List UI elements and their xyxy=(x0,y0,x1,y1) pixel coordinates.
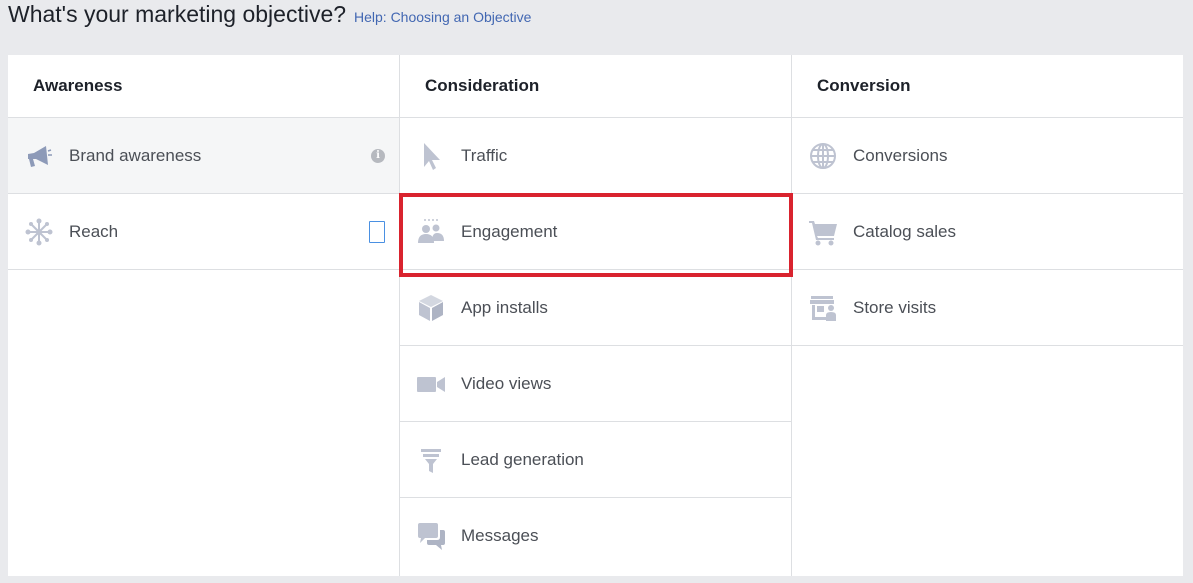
box-icon xyxy=(414,291,448,325)
globe-icon xyxy=(806,139,840,173)
objective-video-views[interactable]: Video views xyxy=(400,346,791,422)
objective-catalog-sales[interactable]: Catalog sales xyxy=(792,194,1183,270)
column-conversion: Conversion Conversions Catalog sales Sto… xyxy=(792,55,1183,576)
column-awareness: Awareness Brand awareness i Reach xyxy=(8,55,400,576)
objective-traffic[interactable]: Traffic xyxy=(400,118,791,194)
select-checkbox[interactable] xyxy=(369,220,385,243)
objective-lead-generation[interactable]: Lead generation xyxy=(400,422,791,498)
info-icon[interactable]: i xyxy=(371,148,385,163)
page-title: What's your marketing objective? xyxy=(8,1,347,27)
video-camera-icon xyxy=(414,367,448,401)
objective-store-visits[interactable]: Store visits xyxy=(792,270,1183,346)
objective-messages[interactable]: Messages xyxy=(400,498,791,574)
people-icon xyxy=(414,215,448,249)
objective-label: Reach xyxy=(69,221,119,241)
funnel-icon xyxy=(414,443,448,477)
column-consideration: Consideration Traffic Engagement App ins… xyxy=(400,55,792,576)
objective-label: Messages xyxy=(461,526,539,545)
megaphone-icon xyxy=(22,139,56,173)
objective-engagement[interactable]: Engagement xyxy=(400,194,791,270)
objective-brand-awareness[interactable]: Brand awareness i xyxy=(8,118,399,194)
objective-label: Lead generation xyxy=(461,449,584,469)
chat-bubbles-icon xyxy=(414,519,448,553)
objective-app-installs[interactable]: App installs xyxy=(400,270,791,346)
column-heading-consideration: Consideration xyxy=(400,55,791,118)
objective-label: Catalog sales xyxy=(853,221,957,241)
objective-label: Engagement xyxy=(461,221,558,241)
column-heading-conversion: Conversion xyxy=(792,55,1183,118)
objective-panel: Awareness Brand awareness i Reach Consid… xyxy=(8,55,1183,576)
page-header: What's your marketing objective? Help: C… xyxy=(0,0,1193,40)
objective-label: App installs xyxy=(461,297,548,317)
objective-label: Video views xyxy=(461,373,552,393)
cursor-icon xyxy=(414,139,448,173)
objective-label: Store visits xyxy=(853,297,937,317)
storefront-icon xyxy=(806,291,840,325)
reach-icon xyxy=(22,215,56,249)
objective-label: Brand awareness xyxy=(69,145,202,165)
shopping-cart-icon xyxy=(806,215,840,249)
objective-reach[interactable]: Reach xyxy=(8,194,399,270)
help-link[interactable]: Help: Choosing an Objective xyxy=(354,9,531,25)
objective-label: Traffic xyxy=(461,145,508,165)
column-heading-awareness: Awareness xyxy=(8,55,399,118)
objective-label: Conversions xyxy=(853,145,948,165)
objective-conversions[interactable]: Conversions xyxy=(792,118,1183,194)
